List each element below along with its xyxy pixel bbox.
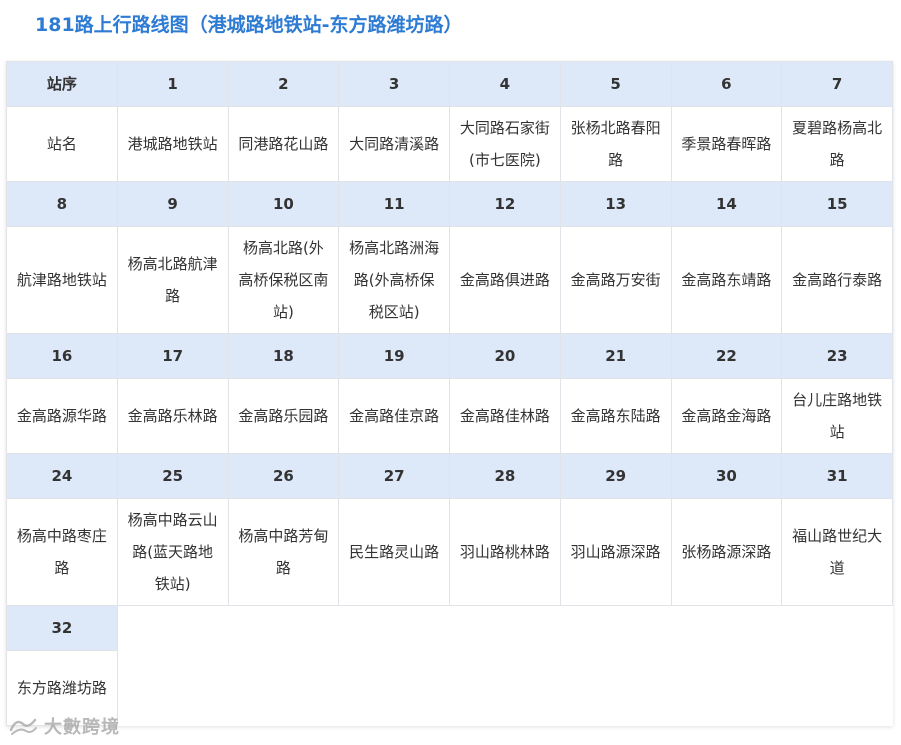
stop-name: 金高路东靖路 [670,226,783,334]
stop-name: 台儿庄路地铁站 [781,378,893,454]
stop-number: 12 [449,181,561,227]
stop-number: 25 [116,453,229,499]
stop-number: 30 [670,453,783,499]
table-row: 32 [6,605,894,651]
stop-number: 22 [670,333,783,379]
stop-number: 14 [670,181,783,227]
stop-name: 杨高北路洲海路(外高桥保税区站) [338,226,450,334]
stop-number: 15 [781,181,893,227]
stop-number: 17 [116,333,229,379]
stop-number: 13 [559,181,672,227]
stop-name: 金高路俱进路 [449,226,561,334]
table-row: 航津路地铁站 杨高北路航津路 杨高北路(外高桥保税区南站) 杨高北路洲海路(外高… [6,226,893,334]
stop-name: 羽山路桃林路 [449,498,561,606]
stop-number: 27 [338,453,450,499]
stop-name: 金高路源华路 [6,378,118,454]
table-row: 8 9 10 11 12 13 14 15 [6,181,893,227]
stop-number: 19 [338,333,450,379]
stop-number: 28 [449,453,561,499]
stop-name: 金高路东陆路 [559,378,672,454]
stop-name: 金高路万安街 [559,226,672,334]
stop-number: 4 [449,61,561,107]
header-cell-order: 站序 [6,61,118,107]
stop-name: 杨高中路芳甸路 [227,498,340,606]
stop-name: 大同路清溪路 [338,106,450,182]
stop-name: 羽山路源深路 [559,498,672,606]
empty-cell [116,650,894,726]
header-cell-name: 站名 [6,106,118,182]
stop-number: 3 [338,61,450,107]
stop-number: 5 [559,61,672,107]
stop-number: 24 [6,453,118,499]
stop-number: 31 [781,453,893,499]
stop-name: 金高路佳林路 [449,378,561,454]
stop-number: 18 [227,333,340,379]
stop-name: 杨高北路航津路 [116,226,229,334]
stop-number: 7 [781,61,893,107]
table-row: 16 17 18 19 20 21 22 23 [6,333,893,379]
stop-name: 夏碧路杨高北路 [781,106,893,182]
stop-number: 16 [6,333,118,379]
stop-name: 张杨北路春阳路 [559,106,672,182]
stop-number: 20 [449,333,561,379]
stop-number: 32 [6,605,118,651]
stop-name: 季景路春晖路 [670,106,783,182]
stop-number: 21 [559,333,672,379]
stop-name: 杨高中路云山路(蓝天路地铁站) [116,498,229,606]
stop-number: 11 [338,181,450,227]
stop-number: 1 [116,61,229,107]
stop-name: 金高路金海路 [670,378,783,454]
stop-number: 23 [781,333,893,379]
stop-name: 港城路地铁站 [116,106,229,182]
stop-number: 10 [227,181,340,227]
stop-number: 8 [6,181,118,227]
table-row: 金高路源华路 金高路乐林路 金高路乐园路 金高路佳京路 金高路佳林路 金高路东陆… [6,378,893,454]
stop-number: 9 [116,181,229,227]
stop-name: 张杨路源深路 [670,498,783,606]
watermark: 大數跨境 [8,712,120,740]
stop-name: 大同路石家街(市七医院) [449,106,561,182]
watermark-logo-icon [9,718,37,735]
stop-name: 杨高北路(外高桥保税区南站) [227,226,340,334]
stop-number: 6 [670,61,783,107]
table-row: 东方路潍坊路 [6,650,894,726]
page-title: 181路上行路线图（港城路地铁站-东方路潍坊路） [35,14,463,36]
route-table: 站序 1 2 3 4 5 6 7 站名 港城路地铁站 同港路花山路 大同路清溪路… [6,61,894,726]
table-row: 杨高中路枣庄路 杨高中路云山路(蓝天路地铁站) 杨高中路芳甸路 民生路灵山路 羽… [6,498,893,606]
stop-name: 金高路行泰路 [781,226,893,334]
table-row: 站名 港城路地铁站 同港路花山路 大同路清溪路 大同路石家街(市七医院) 张杨北… [6,106,893,182]
stop-name: 金高路佳京路 [338,378,450,454]
stop-number: 26 [227,453,340,499]
stop-name: 航津路地铁站 [6,226,118,334]
stop-number: 2 [227,61,340,107]
stop-name: 同港路花山路 [227,106,340,182]
stop-name: 福山路世纪大道 [781,498,893,606]
watermark-text: 大數跨境 [44,717,120,738]
table-row: 24 25 26 27 28 29 30 31 [6,453,893,499]
stop-name: 金高路乐林路 [116,378,229,454]
empty-cell [116,605,894,651]
stop-number: 29 [559,453,672,499]
table-row: 站序 1 2 3 4 5 6 7 [6,61,893,107]
stop-name: 金高路乐园路 [227,378,340,454]
stop-name: 杨高中路枣庄路 [6,498,118,606]
stop-name: 民生路灵山路 [338,498,450,606]
